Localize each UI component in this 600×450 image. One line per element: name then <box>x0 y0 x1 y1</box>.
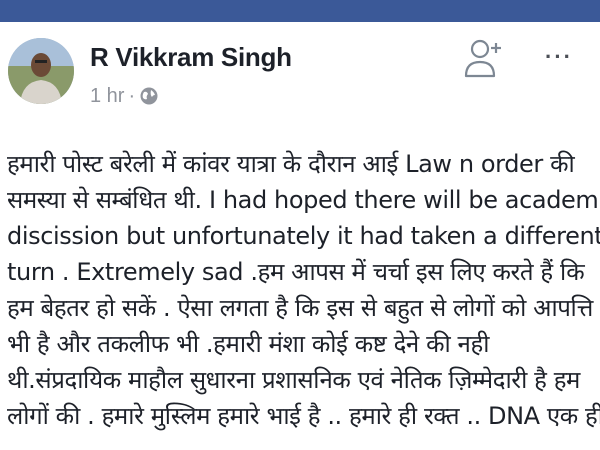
post-line: turn . Extremely sad .हम आपस में चर्चा इ… <box>7 258 585 286</box>
post-line: थी.संप्रदायिक माहौल सुधारना प्रशासनिक एव… <box>7 366 581 394</box>
post-line: हमारी पोस्ट बरेली में कांवर यात्रा के दौ… <box>7 150 575 178</box>
post-line: हम बेहतर हो सकें . ऐसा लगता है कि इस से … <box>7 294 593 322</box>
post-line: discission but unfortunately it had take… <box>7 222 600 250</box>
top-bar <box>0 0 600 22</box>
avatar-image <box>8 38 74 104</box>
meta-separator: · <box>128 84 136 107</box>
add-friend-icon[interactable] <box>462 36 506 80</box>
globe-icon[interactable] <box>139 86 159 106</box>
post-line: समस्या से सम्बंधित थी. I had hoped there… <box>7 186 600 214</box>
timestamp[interactable]: 1 hr <box>90 85 124 108</box>
avatar[interactable] <box>8 38 74 104</box>
post-line: लोगों की . हमारे मुस्लिम हमारे भाई है ..… <box>7 402 600 430</box>
post-line: भी है और तकलीफ भी .हमारी मंशा कोई कष्ट द… <box>7 330 490 358</box>
more-options-button[interactable]: ··· <box>545 44 573 70</box>
post-meta: 1 hr · <box>90 84 159 108</box>
post-header <box>0 22 600 126</box>
post-text: हमारी पोस्ट बरेली में कांवर यात्रा के दौ… <box>7 146 600 434</box>
author-name[interactable]: R Vikkram Singh <box>90 42 292 73</box>
